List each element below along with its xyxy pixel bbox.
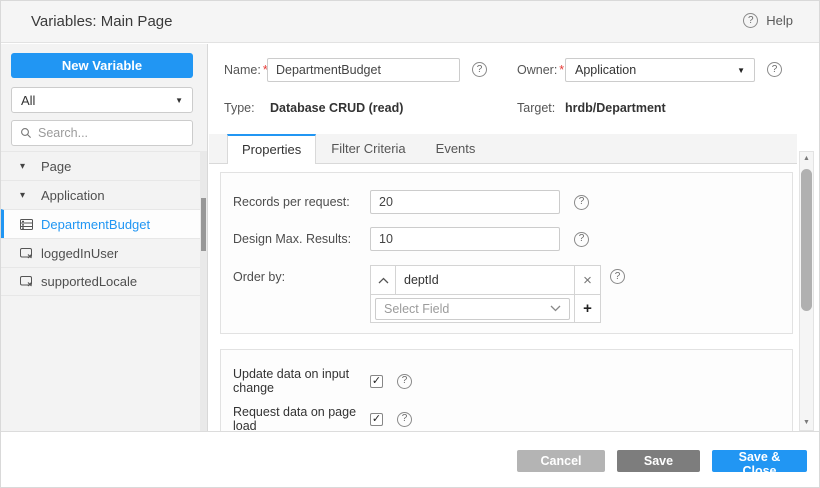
design-max-results-input[interactable] (370, 227, 560, 251)
records-per-request-input[interactable] (370, 190, 560, 214)
main-scrollbar[interactable]: ▲ ▼ (799, 151, 814, 431)
tree-item-label: DepartmentBudget (41, 216, 151, 232)
request-on-load-help-icon[interactable]: ? (397, 411, 412, 427)
name-input[interactable] (267, 58, 460, 82)
update-on-input-row: Update data on input change ✓ ? (233, 367, 412, 395)
type-label: Type: (224, 101, 255, 115)
search-icon (20, 127, 32, 139)
request-on-load-row: Request data on page load ✓ ? (233, 405, 412, 431)
design-max-results-row: Design Max. Results: ? (233, 227, 589, 251)
update-on-input-label: Update data on input change (233, 367, 350, 395)
collapse-icon[interactable]: ▾ (20, 161, 33, 172)
tree-item-label: loggedInUser (41, 245, 119, 261)
sidebar-item-loggedinuser[interactable]: loggedInUser (1, 238, 201, 267)
tab-bar: Properties Filter Criteria Events (209, 134, 797, 164)
scroll-down-icon[interactable]: ▼ (800, 417, 813, 429)
save-and-close-button[interactable]: Save & Close (712, 450, 807, 478)
select-field-placeholder: Select Field (384, 301, 450, 316)
required-marker: * (559, 63, 565, 77)
sidebar-item-supportedlocale[interactable]: supportedLocale (1, 267, 201, 296)
owner-selected-value: Application (575, 63, 637, 77)
page-title: Variables: Main Page (31, 13, 173, 30)
sidebar-item-application[interactable]: ▾ Application (1, 180, 201, 209)
help-link[interactable]: ? Help (743, 13, 793, 28)
design-max-results-label: Design Max. Results: (233, 232, 352, 246)
save-button[interactable]: Save (617, 450, 700, 472)
tree-group-label: Application (41, 187, 105, 203)
new-variable-button[interactable]: New Variable (11, 53, 193, 78)
name-label: Name: * (224, 63, 268, 77)
order-by-row: deptId × (371, 266, 600, 294)
add-order-field-row: Select Field + (371, 294, 600, 322)
update-on-input-help-icon[interactable]: ? (397, 373, 412, 389)
chevron-down-icon (550, 305, 561, 312)
records-per-request-label: Records per request: (233, 195, 350, 209)
variable-icon (20, 247, 33, 259)
owner-help-icon[interactable]: ? (767, 62, 782, 77)
sidebar-scrollbar-thumb[interactable] (201, 198, 206, 251)
variable-details: Name:* ? Owner:* Application ▼ ? Type: D… (209, 44, 819, 431)
sidebar-item-departmentbudget[interactable]: DepartmentBudget (1, 209, 201, 238)
request-on-load-checkbox[interactable]: ✓ (370, 412, 383, 426)
tree-group-label: Page (41, 158, 72, 174)
variables-tree: ▾ Page ▾ Application DepartmentBudget lo… (1, 151, 201, 296)
design-max-help-icon[interactable]: ? (574, 231, 589, 247)
remove-order-field-button[interactable]: × (574, 266, 600, 294)
properties-panel: Records per request: ? Design Max. Resul… (209, 165, 799, 431)
crud-variable-icon (20, 218, 33, 230)
sidebar: New Variable All ▼ ▾ Page ▾ Application (1, 44, 208, 431)
records-per-request-row: Records per request: ? (233, 190, 589, 214)
type-value: Database CRUD (read) (270, 101, 404, 115)
tab-properties[interactable]: Properties (227, 134, 317, 164)
tab-filter-criteria[interactable]: Filter Criteria (316, 134, 420, 163)
chevron-down-icon: ▼ (175, 95, 183, 105)
select-field-dropdown[interactable]: Select Field (375, 297, 570, 320)
scroll-up-icon[interactable]: ▲ (800, 153, 813, 165)
search-box (11, 120, 193, 146)
records-help-icon[interactable]: ? (574, 194, 589, 210)
dialog-footer: Cancel Save Save & Close (1, 431, 819, 487)
title-bar: Variables: Main Page ? Help (1, 1, 819, 43)
order-by-widget: deptId × Select Field + (370, 265, 601, 323)
chevron-down-icon: ▼ (737, 65, 745, 75)
order-by-help-icon[interactable]: ? (610, 269, 625, 284)
order-by-field-value[interactable]: deptId (396, 266, 574, 294)
sort-direction-button[interactable] (371, 266, 396, 294)
variable-icon (20, 276, 33, 287)
data-settings-group: Records per request: ? Design Max. Resul… (220, 172, 793, 334)
help-label: Help (766, 13, 793, 28)
tree-item-label: supportedLocale (41, 274, 138, 289)
request-on-load-label: Request data on page load (233, 405, 357, 431)
variables-dialog: Variables: Main Page ? Help New Variable… (0, 0, 820, 488)
update-on-input-checkbox[interactable]: ✓ (370, 374, 383, 388)
owner-select[interactable]: Application ▼ (565, 58, 755, 82)
name-help-icon[interactable]: ? (472, 62, 487, 77)
help-icon: ? (743, 13, 759, 28)
target-label: Target: (517, 101, 556, 115)
cancel-button[interactable]: Cancel (517, 450, 605, 472)
sidebar-scrollbar[interactable] (200, 151, 207, 431)
collapse-icon[interactable]: ▾ (20, 190, 33, 201)
sidebar-item-page[interactable]: ▾ Page (1, 151, 201, 180)
target-value: hrdb/Department (565, 101, 666, 115)
filter-selected-value: All (21, 92, 36, 108)
behavior-settings-group: Update data on input change ✓ ? Request … (220, 349, 793, 431)
main-scrollbar-thumb[interactable] (801, 169, 812, 311)
order-by-label: Order by: (233, 270, 286, 284)
add-order-field-button[interactable]: + (574, 295, 600, 322)
variable-filter-select[interactable]: All ▼ (11, 87, 193, 113)
search-input[interactable] (38, 126, 184, 140)
tab-events[interactable]: Events (421, 134, 491, 163)
owner-label: Owner: * (517, 63, 565, 77)
chevron-up-icon (378, 277, 389, 284)
select-field-wrap: Select Field (371, 295, 574, 322)
